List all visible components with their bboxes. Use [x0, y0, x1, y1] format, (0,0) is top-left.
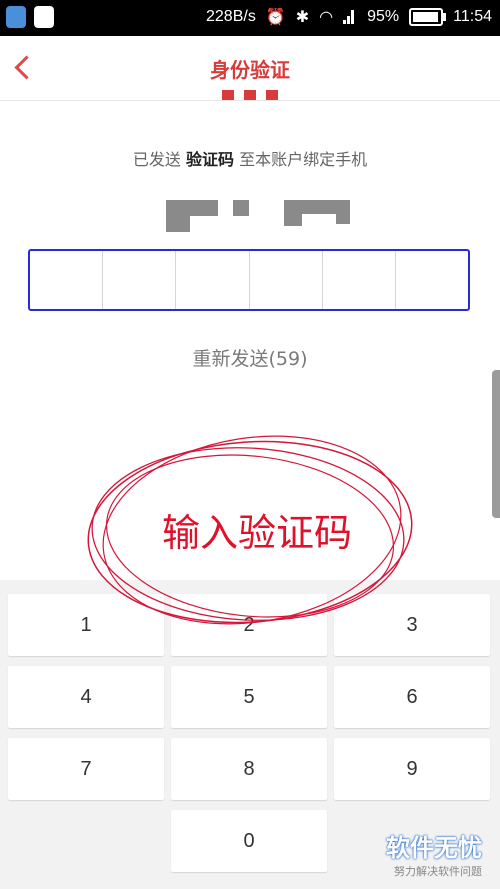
battery-icon: [409, 8, 447, 26]
page-title: 身份验证: [210, 58, 290, 82]
sent-message-suffix: 至本账户绑定手机: [234, 150, 368, 169]
key-4[interactable]: 4: [8, 666, 164, 728]
scroll-handle[interactable]: [492, 370, 500, 518]
network-speed: 228B/s: [206, 8, 256, 25]
signal-icon: [343, 10, 357, 24]
alarm-icon: ⏰: [265, 9, 286, 26]
key-6[interactable]: 6: [334, 666, 490, 728]
resend-button[interactable]: 重新发送(59): [0, 344, 500, 371]
code-digit-cell[interactable]: [176, 251, 250, 309]
status-app-icons: [6, 6, 54, 28]
key-8[interactable]: 8: [171, 738, 327, 800]
sent-message: 已发送 验证码 至本账户绑定手机: [0, 146, 500, 170]
qq-app-icon: [34, 6, 54, 28]
clock: 11:54: [453, 8, 492, 25]
code-digit-cell[interactable]: [323, 251, 396, 309]
battery-percent: 95%: [367, 8, 400, 25]
key-5[interactable]: 5: [171, 666, 327, 728]
key-9[interactable]: 9: [334, 738, 490, 800]
wifi-icon: ◠: [319, 9, 334, 26]
shield-app-icon: [6, 6, 26, 28]
status-right: 228B/s ⏰ ✱ ◠ 95% 11:54: [206, 7, 492, 27]
sent-message-prefix: 已发送: [132, 150, 186, 169]
annotation-text: 输入验证码: [161, 511, 352, 555]
code-digit-cell[interactable]: [30, 251, 104, 309]
watermark-title: 软件无忧: [386, 834, 482, 862]
key-7[interactable]: 7: [8, 738, 164, 800]
key-0[interactable]: 0: [171, 810, 327, 872]
status-bar: 228B/s ⏰ ✱ ◠ 95% 11:54: [0, 0, 500, 36]
code-digit-cell[interactable]: [250, 251, 323, 309]
code-digit-cell[interactable]: [103, 251, 177, 309]
step-indicator: [222, 90, 278, 100]
bluetooth-icon: ✱: [295, 9, 310, 26]
verification-code-input[interactable]: [28, 249, 470, 311]
watermark-subtitle: 努力解决软件问题: [394, 865, 482, 878]
watermark: 软件无忧 努力解决软件问题: [386, 828, 482, 879]
header: 身份验证: [0, 36, 500, 101]
sent-message-highlight: 验证码: [185, 150, 234, 169]
code-digit-cell[interactable]: [396, 251, 468, 309]
